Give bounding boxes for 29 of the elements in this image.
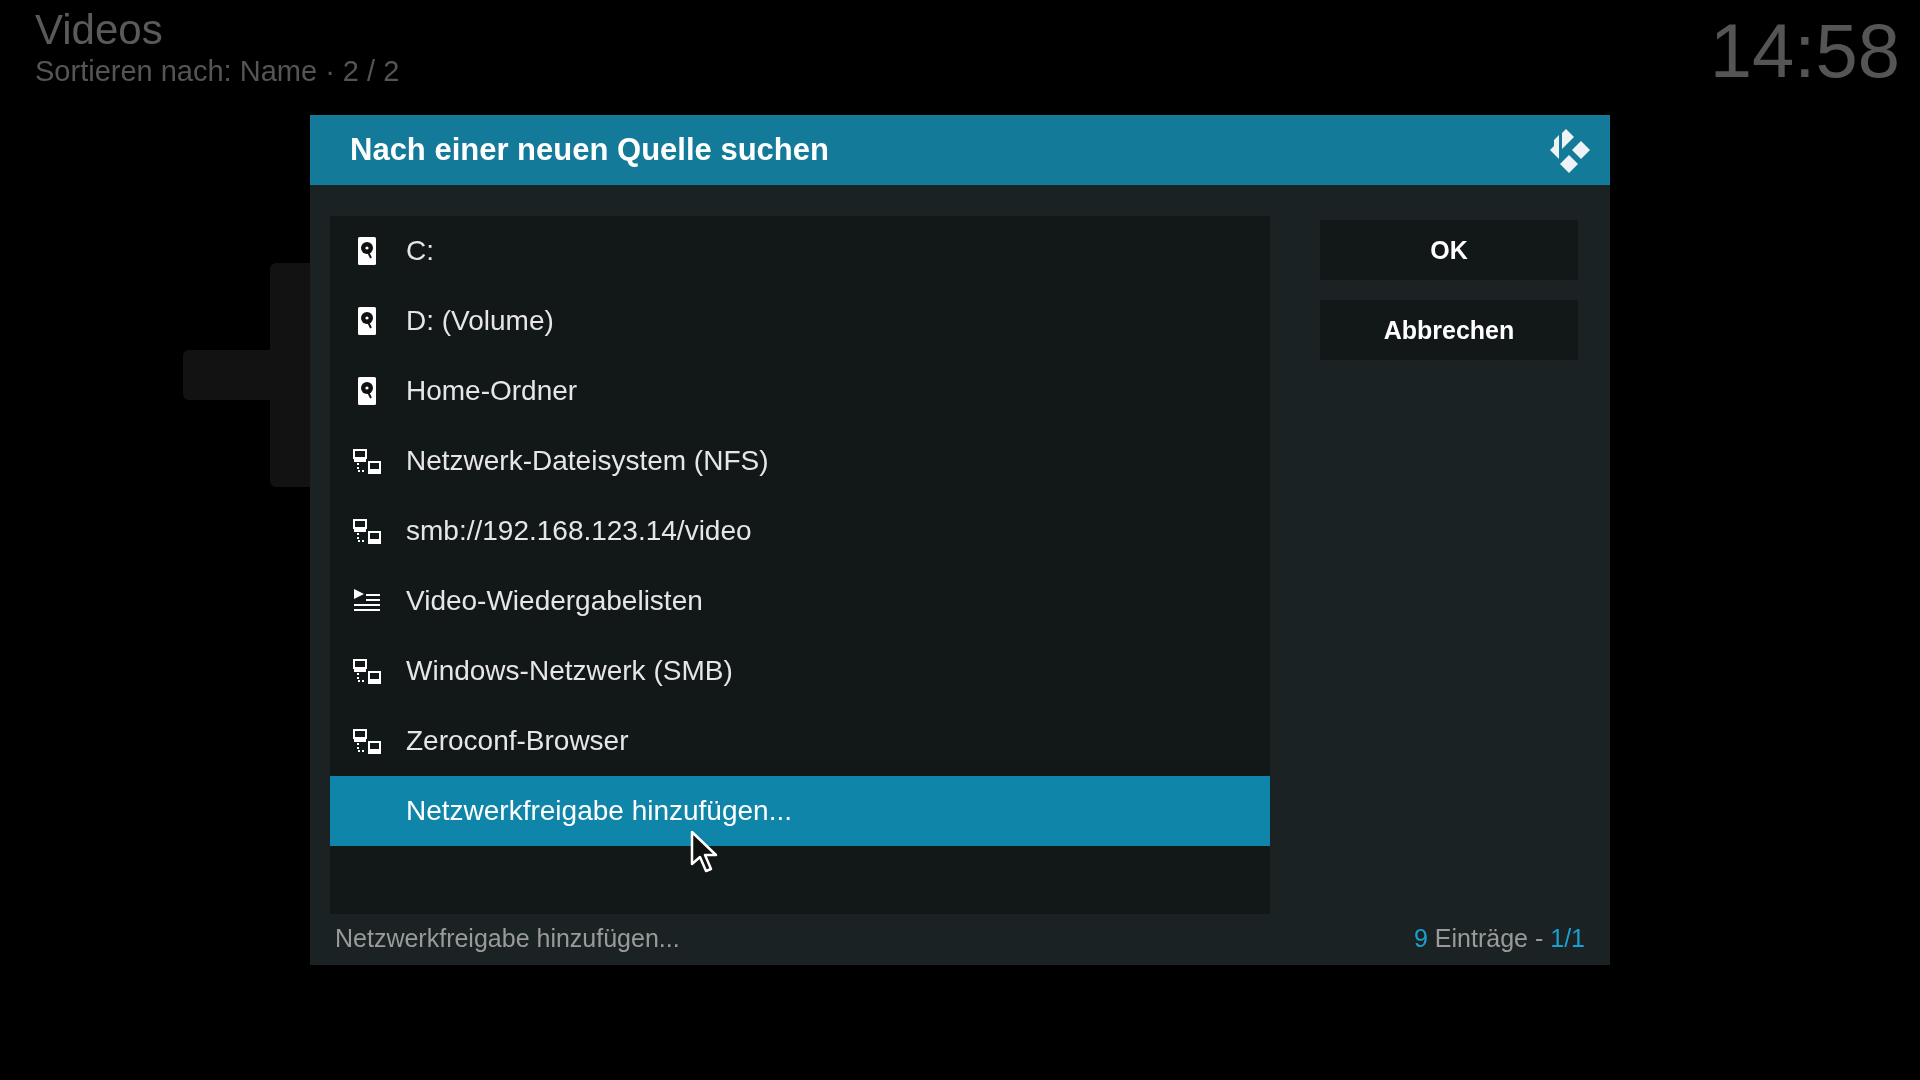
cancel-button[interactable]: Abbrechen [1320, 300, 1578, 360]
page-indicator: 1/1 [1550, 924, 1585, 953]
list-item[interactable]: Video-Wiedergabelisten [330, 566, 1270, 636]
ok-button[interactable]: OK [1320, 220, 1578, 280]
list-item[interactable]: Netzwerk-Dateisystem (NFS) [330, 426, 1270, 496]
list-item[interactable]: C: [330, 216, 1270, 286]
item-label: Windows-Netzwerk (SMB) [406, 655, 733, 687]
mouse-cursor-icon [690, 830, 720, 874]
count-label: Einträge - [1434, 924, 1544, 953]
item-label: Home-Ordner [406, 375, 578, 407]
list-item[interactable]: Windows-Netzwerk (SMB) [330, 636, 1270, 706]
item-label: Video-Wiedergabelisten [406, 585, 703, 617]
dialog-title: Nach einer neuen Quelle suchen [350, 132, 829, 168]
item-label: C: [406, 235, 434, 267]
item-count: 9 [1413, 924, 1428, 953]
page-title: Videos [35, 6, 164, 54]
list-item[interactable]: Zeroconf-Browser [330, 706, 1270, 776]
item-label: Zeroconf-Browser [406, 725, 629, 757]
item-description: Netzwerkfreigabe hinzufügen... [335, 924, 680, 953]
clock: 14:58 [1709, 7, 1900, 95]
item-label: D: (Volume) [406, 305, 554, 337]
item-label: Netzwerkfreigabe hinzufügen... [406, 795, 792, 827]
list-item[interactable]: D: (Volume) [330, 286, 1270, 356]
list-item[interactable]: smb://192.168.123.14/video [330, 496, 1270, 566]
list-item[interactable]: Home-Ordner [330, 356, 1270, 426]
item-label: Netzwerk-Dateisystem (NFS) [406, 445, 769, 477]
sort-info: Sortieren nach: Name · 2 / 2 [35, 54, 400, 88]
list-item[interactable]: Netzwerkfreigabe hinzufügen... [330, 776, 1270, 846]
item-label: smb://192.168.123.14/video [406, 515, 752, 547]
